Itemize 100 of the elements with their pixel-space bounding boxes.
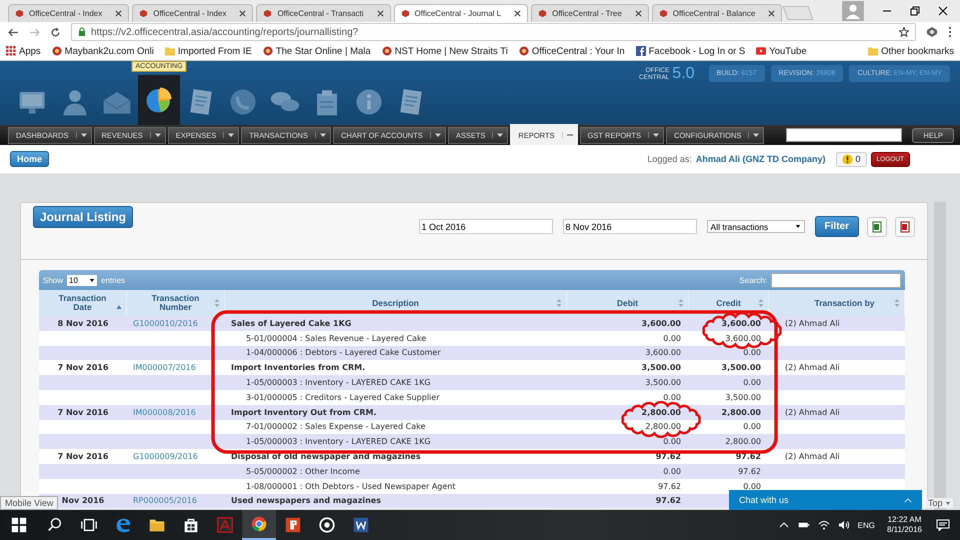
browser-tab[interactable]: OfficeCentral - Balance: [652, 4, 782, 22]
table-cell: 3,600.00: [645, 348, 681, 358]
taskview-icon: [80, 516, 98, 534]
from-date-field[interactable]: 1 Oct 2016: [418, 219, 553, 234]
page-title: Journal Listing: [33, 206, 134, 228]
table-cell-text: 7-01/000002 : Sales Expense - Layered Cake: [245, 422, 426, 432]
bookmark-link[interactable]: The Star Online | Mala: [262, 46, 371, 56]
chevron-up-icon[interactable]: [778, 520, 790, 530]
search-field[interactable]: [771, 272, 901, 288]
caret-icon: [944, 500, 951, 506]
excel-export-button[interactable]: [867, 216, 887, 236]
table-cell: 0.00: [743, 482, 761, 491]
table-cell: 2,800.00: [722, 408, 761, 417]
bookmark-link[interactable]: OfficeCentral : Your In: [518, 46, 625, 56]
edge-icon: [114, 516, 132, 534]
browser-tab[interactable]: OfficeCentral - Transacti: [256, 4, 391, 22]
table-cell: 2,800.00: [642, 408, 681, 417]
caret-icon: [89, 278, 96, 282]
page-size-dropdown[interactable]: 10: [67, 274, 98, 286]
favicon-icon: [400, 9, 410, 18]
table-cell: (2) Ahmad Ali: [785, 363, 840, 372]
table-cell-text: 3-01/000005 : Creditors - Layered Cake Supplier: [245, 392, 440, 402]
close-icon[interactable]: [768, 10, 776, 17]
close-icon[interactable]: [239, 10, 246, 17]
table-cell-text: 1-05/000003 : Inventory - LAYERED CAKE 1KG: [245, 437, 431, 446]
clock[interactable]: 12:22 AM 8/11/2016: [887, 515, 922, 535]
site-icon: [518, 46, 529, 56]
table-cell: 2,800.00: [645, 422, 681, 432]
table-cell: 3,600.00: [725, 334, 761, 343]
site-icon: [382, 46, 392, 56]
transaction-link[interactable]: IM000007/2016: [133, 363, 196, 372]
table-cell: Import Inventory Out from CRM.: [231, 408, 377, 417]
chevron-up-icon: [904, 498, 912, 502]
search-field[interactable]: [786, 128, 902, 142]
volume-icon[interactable]: [838, 520, 850, 530]
transaction-link[interactable]: G1000009/2016: [133, 452, 198, 462]
table-cell: 3,500.00: [645, 378, 681, 388]
restore-icon[interactable]: [910, 6, 920, 16]
close-icon[interactable]: [514, 10, 522, 17]
table-cell: 0.00: [743, 378, 761, 388]
table-cell: Import Inventories from CRM.: [231, 363, 366, 372]
close-icon[interactable]: [376, 10, 384, 17]
browser-tab[interactable]: OfficeCentral - Journal L: [394, 4, 528, 22]
taskbar-button[interactable]: [242, 510, 276, 540]
table-cell: 8 Nov 2016: [58, 318, 108, 328]
mobile-view-tab[interactable]: Mobile View: [0, 496, 58, 510]
table-cell: 97.62: [658, 482, 681, 491]
table-cell: Disposal of old newspaper and magazines: [231, 452, 421, 462]
bookmark-link[interactable]: Maybank2u.com Onli: [52, 46, 154, 56]
user-link[interactable]: Ahmad Ali (GNZ TD Company): [696, 154, 826, 164]
bookmark-link[interactable]: Other bookmarks: [868, 46, 954, 56]
table-cell: 0.00: [663, 466, 681, 476]
table-cell-text: 5-01/000004 : Sales Revenue - Layered Cake: [245, 334, 426, 343]
home-button[interactable]: Home: [10, 151, 50, 167]
reload-icon[interactable]: [50, 26, 61, 38]
table-cell: 3,500.00: [642, 363, 681, 372]
favicon-icon: [15, 9, 24, 18]
wifi-icon[interactable]: [818, 520, 830, 530]
extension-icon[interactable]: [926, 26, 938, 38]
table-cell: 7 Nov 2016: [58, 452, 108, 462]
browser-tab[interactable]: OfficeCentral - Index: [8, 4, 130, 22]
favicon-icon: [263, 9, 272, 18]
close-icon[interactable]: [938, 6, 948, 16]
browser-tab[interactable]: OfficeCentral - Index: [132, 4, 254, 22]
table-cell: 7 Nov 2016: [58, 363, 108, 372]
site-icon: [52, 46, 62, 56]
logged-in-label: Logged as:: [647, 154, 692, 164]
alerts-button[interactable]: 0: [836, 152, 867, 166]
close-icon[interactable]: [115, 10, 122, 17]
table-cell: 0.00: [663, 437, 681, 446]
table-cell: (2) Ahmad Ali: [785, 452, 840, 462]
to-date-field[interactable]: 8 Nov 2016: [562, 219, 697, 234]
bookmark-link[interactable]: NST Home | New Straits Ti: [382, 46, 508, 56]
table-cell: 97.62: [656, 496, 681, 506]
back-icon[interactable]: [8, 26, 19, 38]
menu-icon[interactable]: [948, 26, 952, 38]
pdf-export-button[interactable]: [895, 216, 915, 236]
bookmark-link[interactable]: Apps: [6, 46, 41, 56]
table-cell: Nov 2016: [62, 496, 104, 506]
back-to-top-link[interactable]: Top: [926, 498, 953, 508]
bookmark-link[interactable]: YouTube: [756, 46, 807, 56]
search-label: Search:: [739, 276, 767, 284]
battery-icon[interactable]: [798, 520, 810, 530]
chat-widget[interactable]: Chat with us: [729, 490, 922, 510]
browser-tab[interactable]: OfficeCentral - Tree: [531, 4, 649, 22]
bookmark-link[interactable]: Imported From IE: [164, 46, 252, 56]
star-icon[interactable]: [899, 27, 909, 37]
address-field[interactable]: https://v2.officecentral.asia/accounting/reports/journallisting?: [71, 23, 916, 41]
transaction-type-dropdown[interactable]: All transactions: [706, 220, 805, 233]
table-cell: 3,600.00: [722, 318, 761, 328]
url-text: https://v2.officecentral.asia/accounting/reports/journallisting?: [91, 26, 360, 38]
apps-grid-icon: [6, 46, 16, 56]
language-indicator[interactable]: ENG: [858, 520, 875, 530]
show-label: Show: [43, 276, 64, 284]
chrome-icon: [250, 515, 268, 533]
powerpoint-icon: [284, 516, 302, 534]
notification-icon[interactable]: [936, 519, 950, 531]
filter-button[interactable]: Filter: [814, 216, 859, 237]
bookmark-link[interactable]: Facebook - Log In or S: [636, 46, 746, 56]
close-icon[interactable]: [634, 10, 642, 17]
